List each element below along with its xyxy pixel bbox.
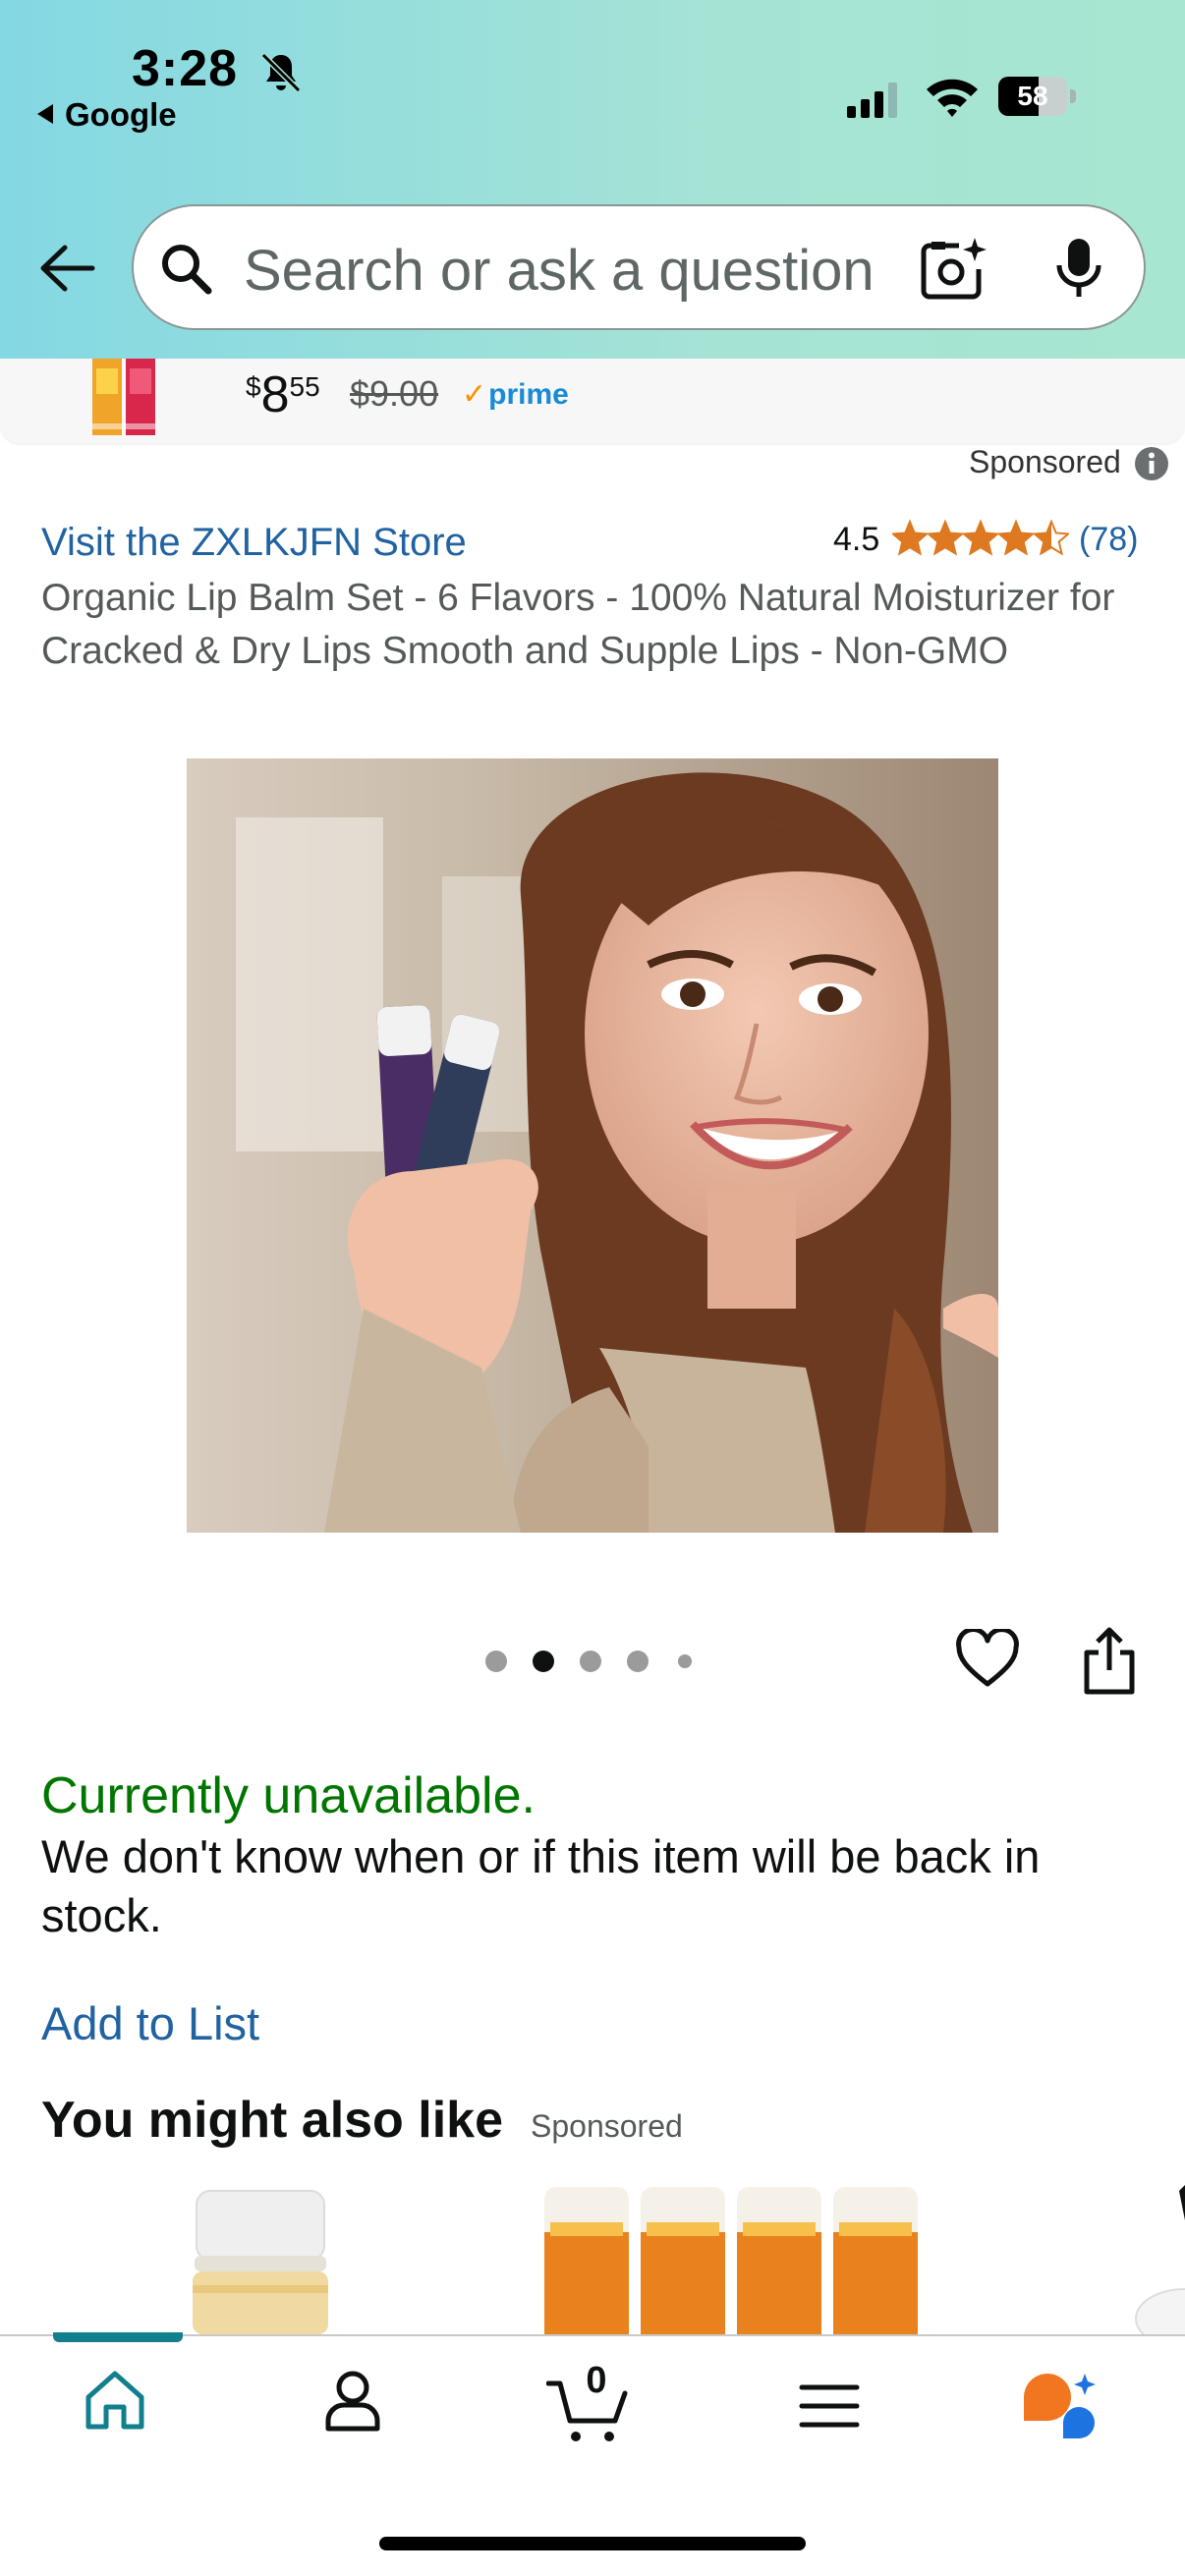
- prime-badge: ✓prime: [462, 377, 569, 412]
- carousel-dot[interactable]: [627, 1651, 649, 1672]
- carousel-dot[interactable]: [678, 1654, 692, 1668]
- add-to-list-link[interactable]: Add to List: [41, 1996, 259, 2050]
- microphone-icon[interactable]: [1051, 236, 1106, 301]
- price-currency: $: [246, 371, 261, 402]
- battery-indicator: 58: [998, 77, 1077, 116]
- search-bar[interactable]: Search or ask a question: [132, 204, 1146, 330]
- back-app-label: Google: [65, 96, 177, 133]
- home-icon[interactable]: [83, 2368, 147, 2433]
- rufus-assistant-icon[interactable]: [1020, 2370, 1102, 2446]
- carousel-dot[interactable]: [580, 1651, 601, 1672]
- info-icon[interactable]: [1134, 446, 1169, 481]
- active-tab-indicator: [53, 2332, 183, 2342]
- rating-count[interactable]: (78): [1079, 521, 1138, 559]
- star-rating[interactable]: [892, 519, 1069, 560]
- bell-muted-icon: [260, 52, 302, 93]
- sticky-product-bar[interactable]: [0, 359, 1185, 443]
- sticky-price: $855: [246, 365, 320, 424]
- star-icon: [996, 519, 1036, 556]
- menu-icon[interactable]: [798, 2381, 861, 2431]
- prime-label: prime: [488, 378, 569, 411]
- cellular-signal-icon: [847, 83, 897, 118]
- back-to-app-link[interactable]: Google: [37, 96, 177, 134]
- product-title: Organic Lip Balm Set - 6 Flavors - 100% …: [41, 577, 1115, 672]
- recommendation-image[interactable]: [542, 2187, 926, 2334]
- recommendations-heading: You might also like: [41, 2092, 504, 2149]
- back-arrow-icon[interactable]: [35, 238, 96, 299]
- price-whole: 8: [260, 366, 290, 423]
- star-icon: [926, 519, 965, 556]
- availability-message: We don't know when or if this item will …: [41, 1830, 1041, 1941]
- status-time: 3:28: [132, 40, 239, 97]
- rating-value: 4.5: [833, 521, 880, 558]
- battery-percent: 58: [1017, 81, 1048, 111]
- sponsored-label: Sponsored: [969, 444, 1121, 479]
- camera-lens-icon[interactable]: [920, 236, 988, 301]
- price-fraction: 55: [289, 371, 320, 402]
- star-icon: [892, 519, 930, 556]
- availability-status: Currently unavailable.: [41, 1767, 536, 1824]
- list-price: $9.00: [350, 373, 439, 414]
- recommendation-image[interactable]: [1100, 2181, 1185, 2338]
- recommendations-sponsored-label: Sponsored: [531, 2108, 683, 2144]
- carousel-dot-active[interactable]: [533, 1651, 554, 1672]
- star-icon: [961, 519, 1000, 556]
- product-image[interactable]: [187, 758, 998, 1533]
- wifi-icon: [927, 79, 978, 117]
- carousel-dot[interactable]: [485, 1651, 507, 1672]
- prime-check-icon: ✓: [462, 378, 487, 411]
- back-triangle-icon: [37, 104, 53, 125]
- product-thumbnail[interactable]: [88, 359, 159, 435]
- cart-count: 0: [586, 2360, 607, 2401]
- heart-icon[interactable]: [955, 1629, 1020, 1690]
- search-input[interactable]: Search or ask a question: [244, 238, 875, 304]
- recommendation-image[interactable]: [187, 2187, 334, 2334]
- home-indicator: [379, 2537, 806, 2550]
- store-link[interactable]: Visit the ZXLKJFN Store: [41, 521, 467, 565]
- share-icon[interactable]: [1079, 1627, 1140, 1696]
- search-icon: [162, 245, 212, 295]
- account-icon[interactable]: [320, 2368, 385, 2433]
- star-icon: [1032, 519, 1069, 556]
